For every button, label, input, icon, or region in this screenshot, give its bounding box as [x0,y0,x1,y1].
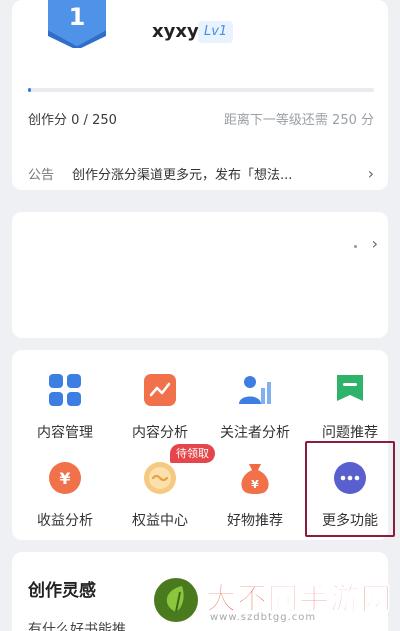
feature-income-analysis[interactable]: ¥ 收益分析 [22,450,108,530]
grid-icon [49,374,81,406]
score-value: 0 / 250 [71,113,117,128]
feature-follower-analysis[interactable]: 关注者分析 [212,362,298,442]
benefit-icon [144,462,176,494]
inspiration-title: 创作灵感 [28,581,96,601]
feature-label: 好物推荐 [227,513,283,529]
score-progress-bar [28,88,374,92]
feature-content-analysis[interactable]: 内容分析 [117,362,203,442]
follower-chart-icon [239,376,271,404]
profile-card: 1 xyxy Lv1 创作分 0 / 250 距离下一等级还需 250 分 公告… [12,0,388,190]
level-badge-icon: 1 [48,0,106,48]
yuan-coin-icon: ¥ [49,462,81,494]
flag-icon [337,375,363,401]
feature-label: 内容管理 [37,425,93,441]
creation-score: 创作分 0 / 250 [28,109,117,128]
dot-indicator [354,245,357,248]
feature-question-recommend[interactable]: 问题推荐 [307,362,393,442]
username[interactable]: xyxy [152,21,199,42]
pending-badge: 待领取 [170,444,215,463]
next-level-hint: 距离下一等级还需 250 分 [223,113,374,128]
money-bag-icon: ¥ [241,464,269,494]
leaf-logo-icon [154,578,198,622]
svg-text:1: 1 [69,3,86,31]
feature-label: 问题推荐 [322,425,378,441]
chevron-right-icon: › [371,234,378,253]
svg-text:¥: ¥ [251,478,259,491]
score-progress-fill [28,88,31,92]
highlight-box [305,441,395,537]
trend-icon [144,374,176,406]
inspiration-item[interactable]: 有什么好书能推 [28,619,126,631]
feature-label: 权益中心 [132,513,188,529]
feature-label: 关注者分析 [220,425,290,441]
watermark-url: www.szdbtgg.com [210,612,317,623]
feature-label: 收益分析 [37,513,93,529]
level-tag: Lv1 [198,21,234,43]
chevron-right-icon: › [367,163,374,183]
banner-card[interactable]: › [12,212,388,338]
notice-tag: 公告 [28,167,55,183]
feature-product-recommend[interactable]: ¥ 好物推荐 [212,450,298,530]
feature-content-management[interactable]: 内容管理 [22,362,108,442]
watermark: 大不同手游网 www.szdbtgg.com [150,572,395,628]
notice-text: 创作分涨分渠道更多元，发布「想法... [72,167,293,183]
notice-row[interactable]: 公告 创作分涨分渠道更多元，发布「想法... › [28,163,374,183]
svg-text:¥: ¥ [59,469,70,488]
feature-label: 内容分析 [132,425,188,441]
score-label: 创作分 [28,113,68,128]
